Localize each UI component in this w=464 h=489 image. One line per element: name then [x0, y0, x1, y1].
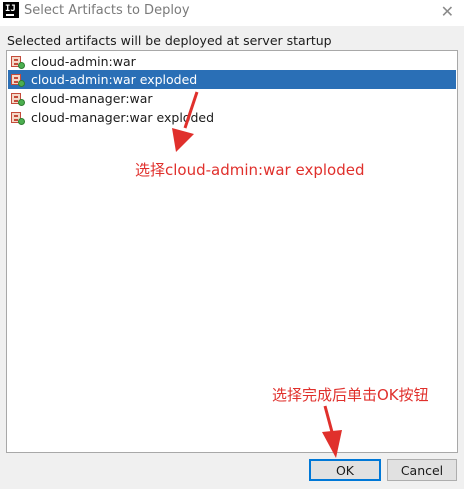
- cancel-button[interactable]: Cancel: [387, 459, 457, 481]
- deploy-dialog: IJ Select Artifacts to Deploy ✕ Selected…: [0, 0, 464, 489]
- annotation-arrows: [172, 91, 342, 458]
- arrow-to-ok-button: [322, 405, 342, 458]
- ok-button[interactable]: OK: [309, 459, 381, 481]
- arrow-to-selection: [172, 91, 199, 152]
- annotation-select-hint: 选择cloud-admin:war exploded: [135, 161, 365, 179]
- annotation-ok-hint: 选择完成后单击OK按钮: [272, 386, 429, 404]
